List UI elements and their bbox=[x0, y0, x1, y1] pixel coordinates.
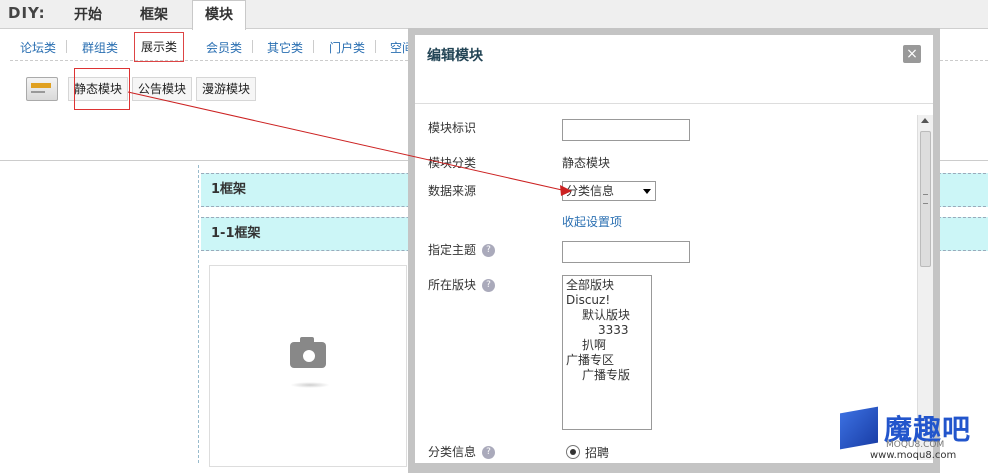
watermark-sub: MOQU8.COM bbox=[886, 440, 945, 450]
classified-radio-label: 招聘 bbox=[585, 446, 610, 460]
chevron-down-icon bbox=[643, 189, 651, 194]
forum-option[interactable]: 默认版块 bbox=[566, 308, 648, 323]
camera-shadow bbox=[290, 382, 330, 388]
category-group[interactable]: 群组类 bbox=[82, 39, 118, 56]
category-display[interactable]: 展示类 bbox=[134, 32, 185, 62]
diy-toolbar: DIY: 开始 框架 模块 bbox=[0, 0, 988, 30]
tab-start[interactable]: 开始 bbox=[74, 4, 102, 24]
forum-option[interactable]: 全部版块 bbox=[566, 278, 648, 293]
forum-listbox[interactable]: 全部版块 Discuz! 默认版块 3333 扒啊 广播专区 广播专版 bbox=[562, 275, 652, 430]
static-module-icon bbox=[26, 77, 58, 101]
theme-input[interactable] bbox=[562, 241, 690, 263]
collapse-settings-link[interactable]: 收起设置项 bbox=[562, 213, 622, 230]
category-separator bbox=[252, 40, 253, 53]
category-separator bbox=[375, 40, 376, 53]
block-category-label: 模块分类 bbox=[428, 156, 477, 170]
category-member[interactable]: 会员类 bbox=[206, 39, 242, 56]
category-portal[interactable]: 门户类 bbox=[329, 39, 365, 56]
module-roam-button[interactable]: 漫游模块 bbox=[196, 77, 257, 101]
dialog-title: 编辑模块 bbox=[427, 48, 483, 64]
forum-label: 所在版块? bbox=[428, 276, 496, 293]
category-other[interactable]: 其它类 bbox=[267, 39, 303, 56]
theme-label-text: 指定主题 bbox=[428, 243, 477, 257]
dialog-divider bbox=[415, 103, 933, 104]
close-icon[interactable]: × bbox=[903, 45, 921, 63]
watermark-logo: 魔趣吧 MOQU8.COM www.moqu8.com bbox=[840, 406, 986, 462]
scroll-up-icon[interactable] bbox=[921, 118, 929, 123]
forum-label-text: 所在版块 bbox=[428, 278, 477, 292]
category-forum[interactable]: 论坛类 bbox=[20, 39, 56, 56]
help-icon[interactable]: ? bbox=[482, 446, 496, 459]
edit-module-dialog: 编辑模块 × 模块标识 模块分类 静态模块 数据来源 分类信息 收起设置项 指定… bbox=[415, 35, 933, 463]
logo-cube-icon bbox=[840, 406, 878, 450]
forum-option[interactable]: 3333 bbox=[566, 323, 648, 338]
category-separator bbox=[313, 40, 314, 53]
classified-label: 分类信息? bbox=[428, 443, 496, 460]
tab-frame[interactable]: 框架 bbox=[140, 4, 168, 24]
classified-label-text: 分类信息 bbox=[428, 445, 477, 459]
block-id-label: 模块标识 bbox=[428, 121, 477, 135]
camera-icon bbox=[290, 337, 326, 368]
tab-module[interactable]: 模块 bbox=[192, 0, 246, 30]
block-id-input[interactable] bbox=[562, 119, 690, 141]
module-notice-button[interactable]: 公告模块 bbox=[132, 77, 193, 101]
diy-label: DIY: bbox=[8, 4, 46, 22]
classified-radio[interactable] bbox=[566, 445, 580, 459]
help-icon[interactable]: ? bbox=[482, 279, 496, 292]
theme-label: 指定主题? bbox=[428, 241, 496, 258]
forum-option[interactable]: 广播专区 bbox=[566, 353, 648, 368]
forum-option[interactable]: 广播专版 bbox=[566, 368, 648, 383]
data-source-label: 数据来源 bbox=[428, 184, 477, 198]
data-source-select[interactable]: 分类信息 bbox=[562, 181, 656, 201]
scrollbar-thumb[interactable] bbox=[920, 131, 931, 267]
forum-option[interactable]: 扒啊 bbox=[566, 338, 648, 353]
forum-option[interactable]: Discuz! bbox=[566, 293, 648, 308]
highlight-box-static-module bbox=[74, 68, 130, 110]
data-source-selected: 分类信息 bbox=[566, 184, 615, 198]
block-category-value: 静态模块 bbox=[562, 156, 611, 170]
watermark-url: www.moqu8.com bbox=[870, 450, 957, 461]
category-separator bbox=[66, 40, 67, 53]
help-icon[interactable]: ? bbox=[482, 244, 496, 257]
module-placeholder bbox=[209, 265, 407, 467]
